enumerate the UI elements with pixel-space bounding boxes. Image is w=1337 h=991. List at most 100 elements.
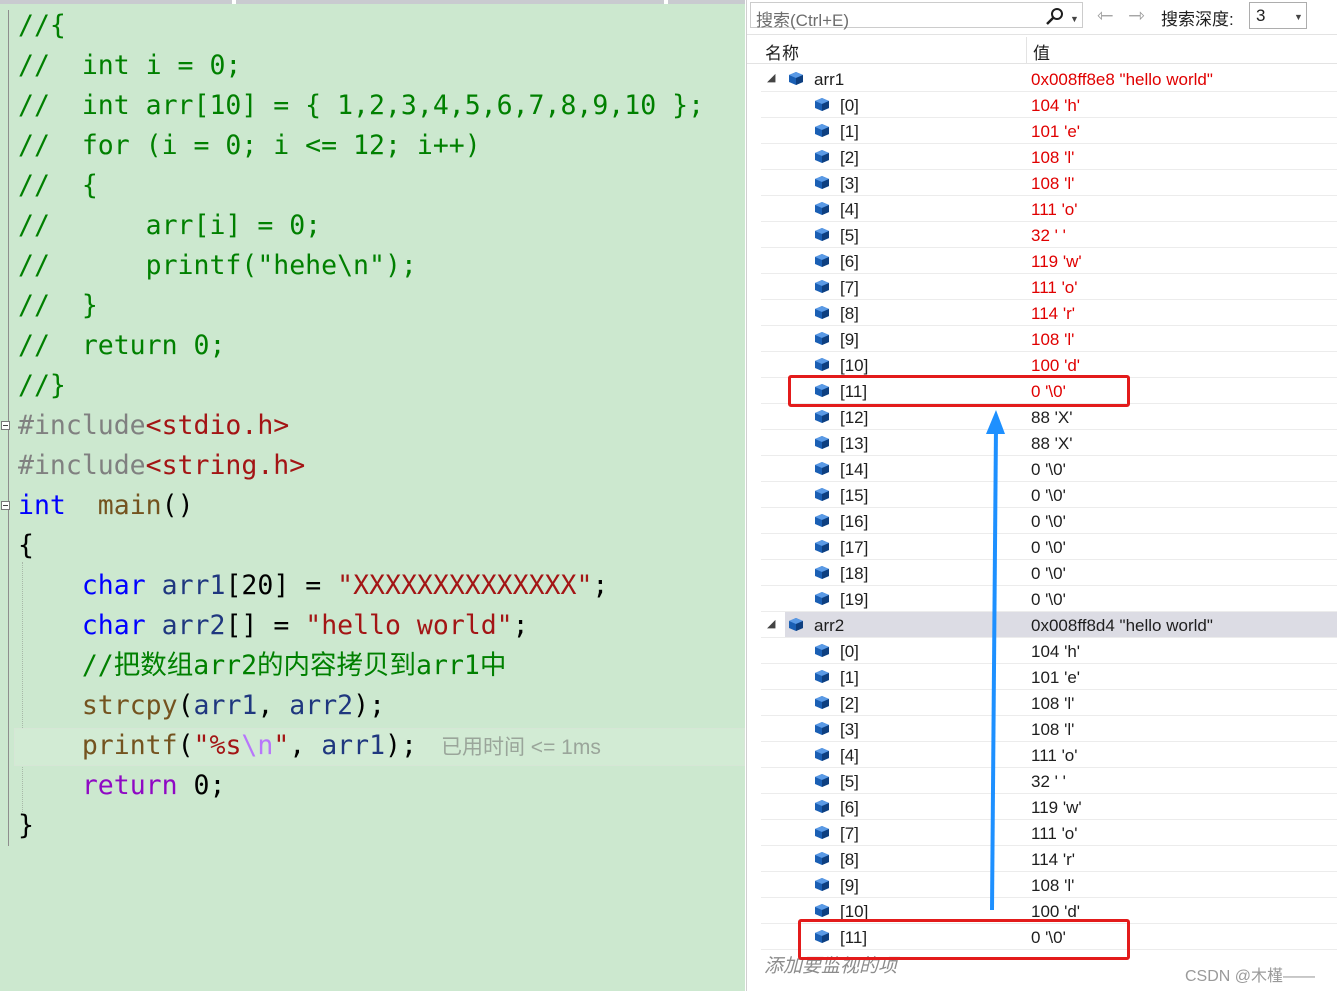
watch-row-element[interactable]: [3] 108 'l' xyxy=(747,716,1337,742)
search-next-arrow-icon[interactable]: ⇾ xyxy=(1128,3,1145,28)
column-value-header[interactable]: 值 xyxy=(1033,39,1050,64)
watch-row-element[interactable]: [9] 108 'l' xyxy=(747,326,1337,352)
watch-row-element[interactable]: [8] 114 'r' xyxy=(747,846,1337,872)
watch-row-element[interactable]: [1] 101 'e' xyxy=(747,118,1337,144)
code-line[interactable]: // for (i = 0; i <= 12; i++) xyxy=(18,126,481,166)
watch-row-element[interactable]: [2] 108 'l' xyxy=(747,690,1337,716)
search-previous-arrow-icon[interactable]: ⇽ xyxy=(1097,3,1114,28)
watch-row-value[interactable]: 0x008ff8e8 "hello world" xyxy=(1031,70,1213,90)
watch-row-element[interactable]: [6] 119 'w' xyxy=(747,794,1337,820)
watch-row-element[interactable]: [0] 104 'h' xyxy=(747,638,1337,664)
code-line[interactable]: // } xyxy=(18,286,98,326)
watch-row-value[interactable]: 32 ' ' xyxy=(1031,226,1066,246)
watch-row-element[interactable]: [5] 32 ' ' xyxy=(747,768,1337,794)
code-line[interactable]: { xyxy=(18,526,34,566)
fold-toggle-main[interactable] xyxy=(1,501,10,510)
code-line[interactable]: #include<stdio.h> xyxy=(18,406,289,446)
watch-row-arr1[interactable]: ◢ arr1 0x008ff8e8 "hello world" xyxy=(747,66,1337,92)
code-line[interactable]: // return 0; xyxy=(18,326,225,366)
code-line[interactable]: // int i = 0; xyxy=(18,46,241,86)
watch-row-value[interactable]: 0 '\0' xyxy=(1031,590,1066,610)
watch-row-value[interactable]: 108 'l' xyxy=(1031,694,1074,714)
watch-row-value[interactable]: 101 'e' xyxy=(1031,668,1080,688)
watch-row-value[interactable]: 108 'l' xyxy=(1031,330,1074,350)
watch-row-element[interactable]: [16] 0 '\0' xyxy=(747,508,1337,534)
watch-row-value[interactable]: 119 'w' xyxy=(1031,798,1082,818)
watch-row-element[interactable]: [1] 101 'e' xyxy=(747,664,1337,690)
code-line[interactable]: //{ xyxy=(18,6,66,46)
watch-row-element[interactable]: [17] 0 '\0' xyxy=(747,534,1337,560)
watch-row-element[interactable]: [9] 108 'l' xyxy=(747,872,1337,898)
watch-row-element[interactable]: [13] 88 'X' xyxy=(747,430,1337,456)
code-line[interactable]: strcpy(arr1, arr2); xyxy=(18,686,385,726)
code-line[interactable]: // printf("hehe\n"); xyxy=(18,246,417,286)
watch-row-value[interactable]: 108 'l' xyxy=(1031,720,1074,740)
watch-row-element[interactable]: [0] 104 'h' xyxy=(747,92,1337,118)
watch-row-element[interactable]: [2] 108 'l' xyxy=(747,144,1337,170)
watch-row-element[interactable]: [4] 111 'o' xyxy=(747,742,1337,768)
search-input[interactable]: 搜索(Ctrl+E) ▼ xyxy=(750,2,1083,30)
watch-row-value[interactable]: 111 'o' xyxy=(1031,278,1078,298)
watch-row-value[interactable]: 0 '\0' xyxy=(1031,564,1066,584)
watch-row-value[interactable]: 104 'h' xyxy=(1031,642,1080,662)
code-line[interactable]: // { xyxy=(18,166,98,206)
watch-row-element[interactable]: [7] 111 'o' xyxy=(747,274,1337,300)
watch-row-element[interactable]: [15] 0 '\0' xyxy=(747,482,1337,508)
watch-row-value[interactable]: 104 'h' xyxy=(1031,96,1080,116)
watch-row-element[interactable]: [3] 108 'l' xyxy=(747,170,1337,196)
code-line[interactable]: // int arr[10] = { 1,2,3,4,5,6,7,8,9,10 … xyxy=(18,86,704,126)
watch-row-value[interactable]: 0 '\0' xyxy=(1031,512,1066,532)
watch-row-element[interactable]: [19] 0 '\0' xyxy=(747,586,1337,612)
watch-row-value[interactable]: 0 '\0' xyxy=(1031,486,1066,506)
watch-row-element[interactable]: [5] 32 ' ' xyxy=(747,222,1337,248)
watch-row-value[interactable]: 0x008ff8d4 "hello world" xyxy=(1031,616,1213,636)
code-line[interactable]: return 0; xyxy=(18,766,226,806)
code-line[interactable]: } xyxy=(18,806,34,846)
watch-row-arr2[interactable]: ◢ arr2 0x008ff8d4 "hello world" xyxy=(747,612,1337,638)
watch-row-element[interactable]: [18] 0 '\0' xyxy=(747,560,1337,586)
watch-row-name: [10] xyxy=(840,356,869,375)
watch-row-value[interactable]: 119 'w' xyxy=(1031,252,1082,272)
watch-row-element[interactable]: [4] 111 'o' xyxy=(747,196,1337,222)
watch-row-element[interactable]: [12] 88 'X' xyxy=(747,404,1337,430)
watch-row-element[interactable]: [7] 111 'o' xyxy=(747,820,1337,846)
code-line[interactable]: //把数组arr2的内容拷贝到arr1中 xyxy=(18,646,507,686)
column-name-header[interactable]: 名称 xyxy=(765,39,799,64)
expand-collapse-icon[interactable]: ◢ xyxy=(767,617,775,630)
expand-collapse-icon[interactable]: ◢ xyxy=(767,71,775,84)
code-line[interactable]: char arr2[] = "hello world"; xyxy=(18,606,529,646)
watch-row-value[interactable]: 32 ' ' xyxy=(1031,772,1066,792)
code-line[interactable]: int main() xyxy=(18,486,194,526)
code-token: () xyxy=(161,490,194,521)
watch-row-element[interactable]: [14] 0 '\0' xyxy=(747,456,1337,482)
watch-row-value[interactable]: 0 '\0' xyxy=(1031,460,1066,480)
watch-row-value[interactable]: 114 'r' xyxy=(1031,850,1075,870)
watch-row-value[interactable]: 108 'l' xyxy=(1031,174,1074,194)
search-options-chevron-icon[interactable]: ▼ xyxy=(1070,14,1079,24)
watch-row-value[interactable]: 100 'd' xyxy=(1031,356,1080,376)
column-splitter[interactable] xyxy=(1026,37,1027,63)
code-line[interactable]: // arr[i] = 0; xyxy=(18,206,321,246)
watch-row-value[interactable]: 108 'l' xyxy=(1031,876,1074,896)
watch-row-value[interactable]: 108 'l' xyxy=(1031,148,1074,168)
code-line[interactable]: char arr1[20] = "XXXXXXXXXXXXXX"; xyxy=(18,566,609,606)
watch-row-value[interactable]: 88 'X' xyxy=(1031,434,1072,454)
fold-toggle-include[interactable] xyxy=(1,421,10,430)
watch-row-name: [3] xyxy=(840,174,859,193)
watch-row-element[interactable]: [6] 119 'w' xyxy=(747,248,1337,274)
watch-row-value[interactable]: 114 'r' xyxy=(1031,304,1075,324)
watch-row-element[interactable]: [8] 114 'r' xyxy=(747,300,1337,326)
watch-row-value[interactable]: 111 'o' xyxy=(1031,200,1078,220)
watch-row-value[interactable]: 0 '\0' xyxy=(1031,538,1066,558)
code-line[interactable]: //} xyxy=(18,366,66,406)
code-line[interactable]: printf("%s\n", arr1); 已用时间 <= 1ms xyxy=(18,726,601,766)
watch-row-value[interactable]: 101 'e' xyxy=(1031,122,1080,142)
search-depth-select[interactable]: 3 ▼ xyxy=(1249,2,1307,29)
code-line[interactable]: #include<string.h> xyxy=(18,446,305,486)
watch-row-value[interactable]: 111 'o' xyxy=(1031,746,1078,766)
watch-row-value[interactable]: 111 'o' xyxy=(1031,824,1078,844)
code-editor[interactable]: //{// int i = 0; // int arr[10] = { 1,2,3… xyxy=(0,0,745,991)
watch-row-value[interactable]: 88 'X' xyxy=(1031,408,1072,428)
search-icon[interactable] xyxy=(1045,7,1065,25)
search-depth-value: 3 xyxy=(1256,6,1266,25)
